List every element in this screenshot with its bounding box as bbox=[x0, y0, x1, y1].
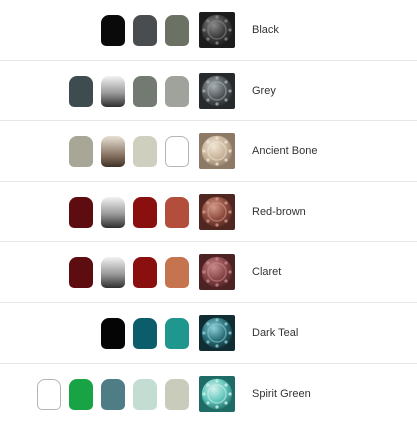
scheme-label: Grey bbox=[252, 84, 276, 97]
paint-pot bbox=[133, 257, 157, 289]
scheme-label: Spirit Green bbox=[252, 387, 311, 400]
scheme-row[interactable]: Claret bbox=[0, 242, 417, 303]
paint-pot bbox=[69, 75, 93, 107]
paint-pot bbox=[101, 317, 125, 349]
paint-pot bbox=[69, 196, 93, 228]
paint-pot bbox=[165, 75, 189, 107]
paint-pot bbox=[69, 257, 93, 289]
paint-pot bbox=[165, 257, 189, 289]
paint-pots bbox=[101, 317, 189, 349]
shield-icon bbox=[199, 254, 235, 291]
paint-pots bbox=[69, 257, 189, 289]
paint-pot bbox=[69, 378, 93, 410]
paint-pots bbox=[69, 136, 189, 168]
shield-thumbnail bbox=[199, 375, 235, 412]
scheme-label: Ancient Bone bbox=[252, 145, 318, 158]
scheme-row[interactable]: Grey bbox=[0, 61, 417, 122]
paint-pots bbox=[101, 15, 189, 46]
scheme-label: Red-brown bbox=[252, 205, 306, 218]
paint-pot bbox=[101, 75, 125, 107]
shield-thumbnail bbox=[199, 72, 235, 109]
scheme-row[interactable]: Spirit Green bbox=[0, 364, 417, 425]
paint-pot bbox=[133, 196, 157, 228]
scheme-label: Dark Teal bbox=[252, 326, 299, 339]
shield-icon bbox=[199, 72, 235, 109]
shield-thumbnail bbox=[199, 314, 235, 351]
shield-icon bbox=[199, 314, 235, 351]
paint-pot bbox=[69, 136, 93, 168]
paint-pot bbox=[165, 378, 189, 410]
paint-pot bbox=[101, 136, 125, 168]
paint-pot bbox=[165, 317, 189, 349]
paint-pot bbox=[133, 317, 157, 349]
shield-thumbnail bbox=[199, 12, 235, 48]
scheme-label: Black bbox=[252, 24, 279, 36]
paint-pot bbox=[165, 196, 189, 228]
paint-pot bbox=[101, 257, 125, 289]
shield-thumbnail bbox=[199, 193, 235, 230]
paint-pot bbox=[101, 196, 125, 228]
shield-thumbnail bbox=[199, 133, 235, 170]
paint-pots bbox=[37, 378, 189, 410]
shield-icon bbox=[199, 12, 235, 48]
scheme-label: Claret bbox=[252, 266, 282, 279]
shield-icon bbox=[199, 375, 235, 412]
paint-pot bbox=[37, 378, 61, 410]
paint-pots bbox=[69, 75, 189, 107]
scheme-row[interactable]: Ancient Bone bbox=[0, 121, 417, 182]
paint-pot bbox=[165, 136, 189, 168]
scheme-row[interactable]: Red-brown bbox=[0, 182, 417, 243]
paint-pot bbox=[165, 15, 189, 46]
paint-pots bbox=[69, 196, 189, 228]
scheme-row[interactable]: Black bbox=[0, 0, 417, 61]
paint-pot bbox=[101, 378, 125, 410]
paint-pot bbox=[133, 136, 157, 168]
shield-icon bbox=[199, 133, 235, 170]
shield-thumbnail bbox=[199, 254, 235, 291]
shield-icon bbox=[199, 193, 235, 230]
paint-pot bbox=[133, 15, 157, 46]
scheme-row[interactable]: Dark Teal bbox=[0, 303, 417, 364]
color-scheme-list: Black Grey Ancient Bone Red-brown Claret… bbox=[0, 0, 417, 424]
paint-pot bbox=[133, 75, 157, 107]
paint-pot bbox=[133, 378, 157, 410]
paint-pot bbox=[101, 15, 125, 46]
